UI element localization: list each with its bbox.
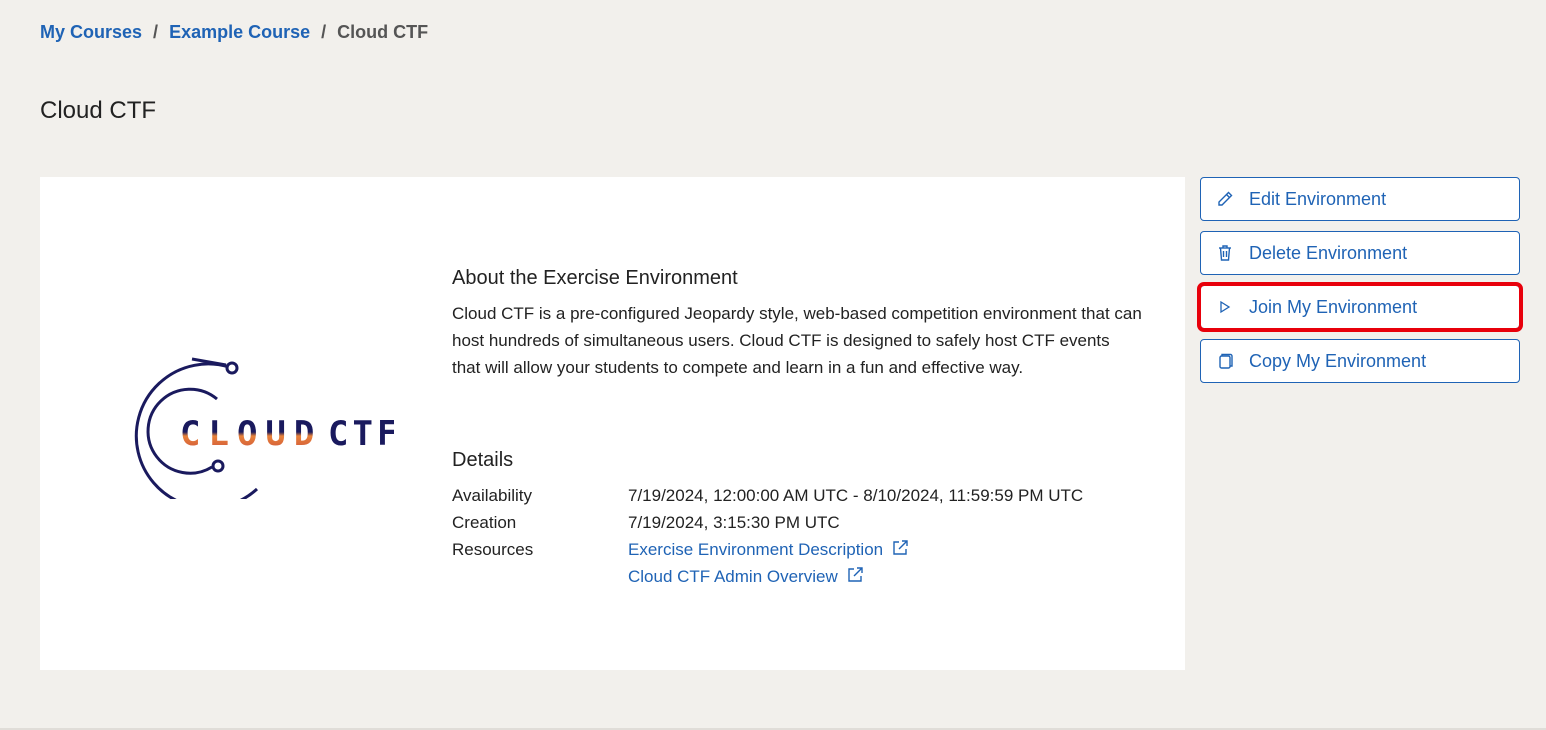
join-environment-button[interactable]: Join My Environment (1197, 282, 1523, 332)
svg-text:CTF: CTF (328, 414, 394, 454)
breadcrumb: My Courses / Example Course / Cloud CTF (40, 22, 428, 43)
resources-label: Resources (452, 540, 534, 559)
resource-link-admin-overview[interactable]: Cloud CTF Admin Overview (628, 563, 909, 590)
breadcrumb-example-course[interactable]: Example Course (169, 22, 310, 43)
page-title: Cloud CTF (40, 97, 157, 124)
external-link-icon (848, 567, 863, 582)
details-section: Details Availability 7/19/2024, 12:00:00… (452, 449, 1152, 590)
about-heading: About the Exercise Environment (452, 267, 738, 289)
edit-environment-button[interactable]: Edit Environment (1200, 177, 1520, 221)
edit-environment-label: Edit Environment (1249, 188, 1387, 209)
breadcrumb-my-courses[interactable]: My Courses (40, 22, 142, 43)
pencil-icon (1201, 190, 1249, 208)
resource-link-description[interactable]: Exercise Environment Description (628, 536, 909, 563)
cloud-ctf-logo: CLOUD CTF (132, 355, 397, 510)
creation-row: Creation 7/19/2024, 3:15:30 PM UTC (452, 509, 1152, 536)
delete-environment-label: Delete Environment (1249, 242, 1408, 263)
external-link-icon (893, 540, 908, 555)
copy-icon (1201, 352, 1249, 370)
environment-actions: Edit Environment Delete Environment Join… (1197, 177, 1523, 393)
svg-text:CLOUD: CLOUD (180, 414, 322, 454)
creation-label: Creation (452, 513, 517, 532)
play-icon (1201, 300, 1249, 314)
about-description: Cloud CTF is a pre-configured Jeopardy s… (452, 304, 1142, 377)
join-environment-label: Join My Environment (1249, 296, 1418, 317)
availability-row: Availability 7/19/2024, 12:00:00 AM UTC … (452, 482, 1152, 509)
breadcrumb-separator: / (321, 22, 327, 42)
breadcrumb-current: Cloud CTF (337, 22, 429, 42)
resources-row: Resources Exercise Environment Descripti… (452, 536, 1152, 590)
details-heading: Details (452, 449, 514, 471)
copy-environment-label: Copy My Environment (1249, 350, 1427, 371)
availability-value: 7/19/2024, 12:00:00 AM UTC - 8/10/2024, … (628, 486, 1084, 505)
creation-value: 7/19/2024, 3:15:30 PM UTC (628, 513, 840, 532)
availability-label: Availability (452, 486, 533, 505)
trash-icon (1201, 244, 1249, 262)
about-section: About the Exercise Environment Cloud CTF… (452, 267, 1142, 381)
breadcrumb-separator: / (153, 22, 159, 42)
environment-card: CLOUD CTF About the Exercise Environment… (40, 177, 1185, 670)
resources-links: Exercise Environment Description Cloud C… (628, 536, 909, 590)
delete-environment-button[interactable]: Delete Environment (1200, 231, 1520, 275)
copy-environment-button[interactable]: Copy My Environment (1200, 339, 1520, 383)
